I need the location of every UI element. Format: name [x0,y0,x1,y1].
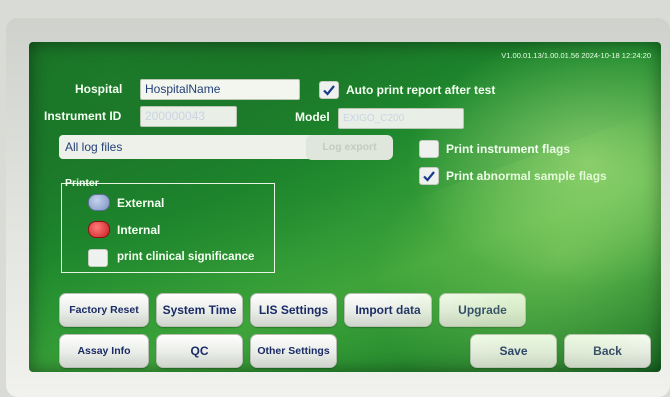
print-instrument-flags-label: Print instrument flags [446,142,571,156]
instrument-id-field: 200000043 [140,106,237,127]
print-instrument-flags-checkbox[interactable] [419,140,439,158]
lis-settings-button[interactable]: LIS Settings [250,293,337,327]
print-clinical-significance-label: print clinical significance [117,251,255,263]
model-label: Model [295,110,330,124]
checkmark-icon [323,85,335,96]
back-button[interactable]: Back [564,334,651,368]
hospital-input[interactable]: HospitalName [140,79,300,100]
model-field: EXIGO_C200 [338,108,464,129]
printer-internal-radio[interactable] [88,221,110,238]
log-files-selected: All log files [65,140,123,154]
save-button[interactable]: Save [470,334,557,368]
settings-screen: V1.00.01.13/1.00.01.56 2024-10-18 12:24:… [29,42,661,372]
print-abnormal-flags-checkbox[interactable] [419,167,439,185]
auto-print-checkbox[interactable] [319,81,339,99]
upgrade-button[interactable]: Upgrade [439,293,526,327]
assay-info-button[interactable]: Assay Info [59,334,149,368]
instrument-id-label: Instrument ID [44,109,122,123]
system-time-button[interactable]: System Time [156,293,243,327]
printer-group-title: Printer [65,177,99,189]
printer-external-radio[interactable] [88,194,110,211]
other-settings-button[interactable]: Other Settings [250,334,337,368]
print-abnormal-flags-label: Print abnormal sample flags [446,169,607,183]
checkmark-icon [423,171,435,182]
printer-internal-label: Internal [117,223,161,237]
version-timestamp: V1.00.01.13/1.00.01.56 2024-10-18 12:24:… [501,51,651,60]
printer-external-label: External [117,196,165,210]
hospital-label: Hospital [75,82,123,96]
factory-reset-button[interactable]: Factory Reset [59,293,149,327]
auto-print-label: Auto print report after test [346,83,496,97]
log-export-button[interactable]: Log export [306,135,393,160]
qc-button[interactable]: QC [156,334,243,368]
import-data-button[interactable]: Import data [344,293,432,327]
print-clinical-significance-checkbox[interactable] [88,249,108,267]
log-files-select[interactable]: All log files [59,135,331,159]
